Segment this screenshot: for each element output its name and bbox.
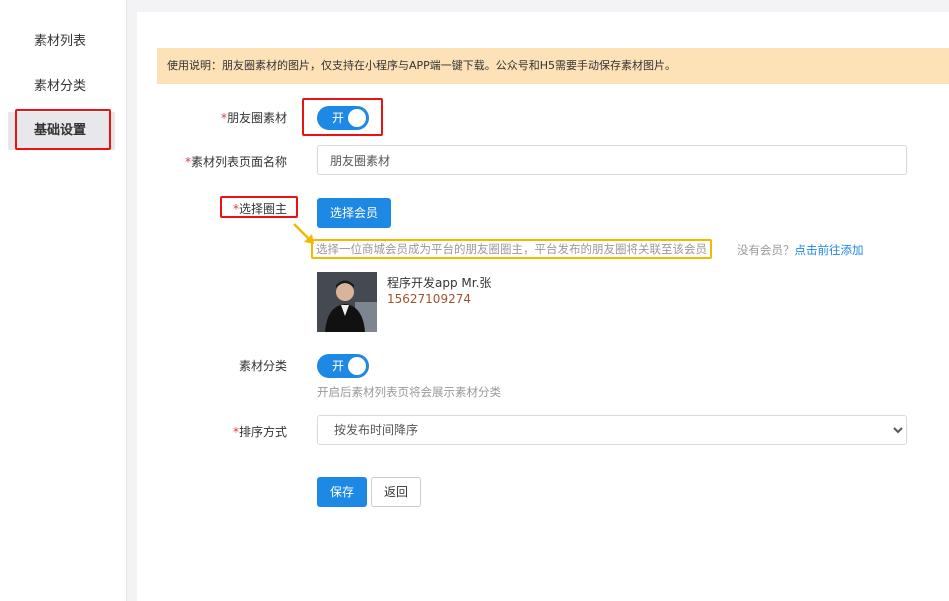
highlight-box-moments-toggle: [302, 98, 383, 136]
category-toggle[interactable]: 开: [317, 354, 369, 378]
member-name: 程序开发app Mr.张: [387, 276, 492, 290]
member-phone: 15627109274: [387, 292, 471, 306]
no-member-prompt: 没有会员？点击前往添加: [737, 243, 864, 257]
usage-notice: 使用说明：朋友圈素材的图片，仅支持在小程序与APP端一键下载。公众号和H5需要手…: [157, 48, 949, 84]
sort-select[interactable]: 按发布时间降序: [317, 415, 907, 445]
member-avatar: [317, 272, 377, 332]
save-button[interactable]: 保存: [317, 477, 367, 507]
select-member-button[interactable]: 选择会员: [317, 198, 391, 228]
list-page-name-input[interactable]: [317, 145, 907, 175]
sort-label: *排序方式: [232, 425, 287, 439]
category-label: 素材分类: [238, 359, 287, 373]
toggle-knob: [348, 357, 366, 375]
avatar-image: [317, 272, 377, 332]
back-button[interactable]: 返回: [371, 477, 421, 507]
sidebar: 素材列表 素材分类 基础设置: [0, 0, 127, 601]
main-panel: 使用说明：朋友圈素材的图片，仅支持在小程序与APP端一键下载。公众号和H5需要手…: [137, 12, 949, 601]
sidebar-item-label: 素材分类: [34, 79, 87, 94]
sidebar-item-material-category[interactable]: 素材分类: [8, 68, 115, 106]
moments-material-label: *朋友圈素材: [220, 111, 287, 125]
highlight-box-basic-settings: [15, 109, 111, 150]
owner-hint-text: 选择一位商城会员成为平台的朋友圈圈主，平台发布的朋友圈将关联至该会员: [311, 239, 712, 259]
sidebar-item-label: 素材列表: [34, 34, 87, 49]
list-page-name-label: *素材列表页面名称: [184, 155, 287, 169]
sidebar-item-material-list[interactable]: 素材列表: [8, 23, 115, 61]
add-member-link[interactable]: 点击前往添加: [795, 243, 864, 257]
category-help-text: 开启后素材列表页将会展示素材分类: [317, 385, 501, 399]
highlight-box-select-owner: [220, 196, 298, 218]
